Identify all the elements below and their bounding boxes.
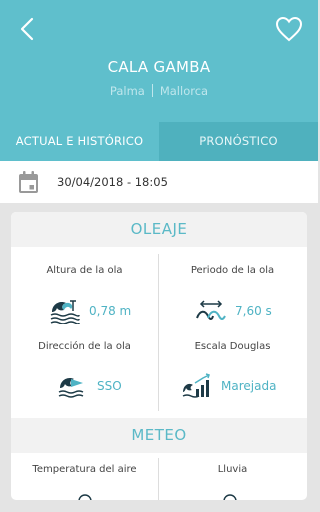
wave-height-icon bbox=[50, 300, 80, 324]
spot-location: Palma Mallorca bbox=[0, 84, 318, 98]
heart-icon[interactable] bbox=[275, 16, 303, 42]
spot-title: CALA GAMBA bbox=[107, 58, 211, 76]
douglas-scale-metric: Marejada bbox=[181, 373, 276, 399]
douglas-scale-icon bbox=[182, 373, 210, 398]
wave-period-icon bbox=[196, 300, 226, 320]
wave-direction-value: SSO bbox=[97, 379, 122, 393]
back-icon[interactable] bbox=[17, 17, 37, 41]
douglas-scale-value: Marejada bbox=[221, 379, 277, 393]
tab-pronostico[interactable]: PRONÓSTICO bbox=[159, 122, 318, 161]
location-separator bbox=[151, 84, 153, 97]
wave-period-metric: 7,60 s bbox=[195, 298, 272, 324]
thermometer-icon bbox=[78, 494, 92, 500]
vertical-divider bbox=[158, 254, 159, 411]
wave-period-label: Periodo de la ola bbox=[190, 265, 275, 276]
location-city: Palma bbox=[109, 84, 145, 98]
rain-icon bbox=[223, 494, 237, 500]
rain-label: Lluvia bbox=[217, 464, 248, 475]
wave-direction-icon bbox=[58, 378, 84, 398]
conditions-card: OLEAJE Altura de la ola 0,78 m Periodo d… bbox=[11, 212, 307, 500]
location-region: Mallorca bbox=[159, 84, 209, 98]
air-temperature-label: Temperatura del aire bbox=[32, 464, 137, 475]
date-time[interactable]: 30/04/2018 - 18:05 bbox=[57, 175, 168, 189]
wave-direction-label: Dirección de la ola bbox=[38, 341, 131, 352]
wave-height-label: Altura de la ola bbox=[46, 265, 123, 276]
wave-height-value: 0,78 m bbox=[89, 304, 132, 318]
wave-direction-metric: SSO bbox=[57, 373, 122, 399]
tab-actual-historico[interactable]: ACTUAL E HISTÓRICO bbox=[0, 122, 159, 161]
douglas-scale-label: Escala Douglas bbox=[194, 341, 271, 352]
section-title-meteo: METEO bbox=[11, 418, 307, 453]
calendar-icon[interactable] bbox=[18, 171, 39, 194]
wave-height-metric: 0,78 m bbox=[49, 298, 131, 324]
date-bar: 30/04/2018 - 18:05 bbox=[0, 161, 318, 203]
section-title-oleaje: OLEAJE bbox=[11, 212, 307, 247]
wave-period-value: 7,60 s bbox=[235, 304, 272, 318]
